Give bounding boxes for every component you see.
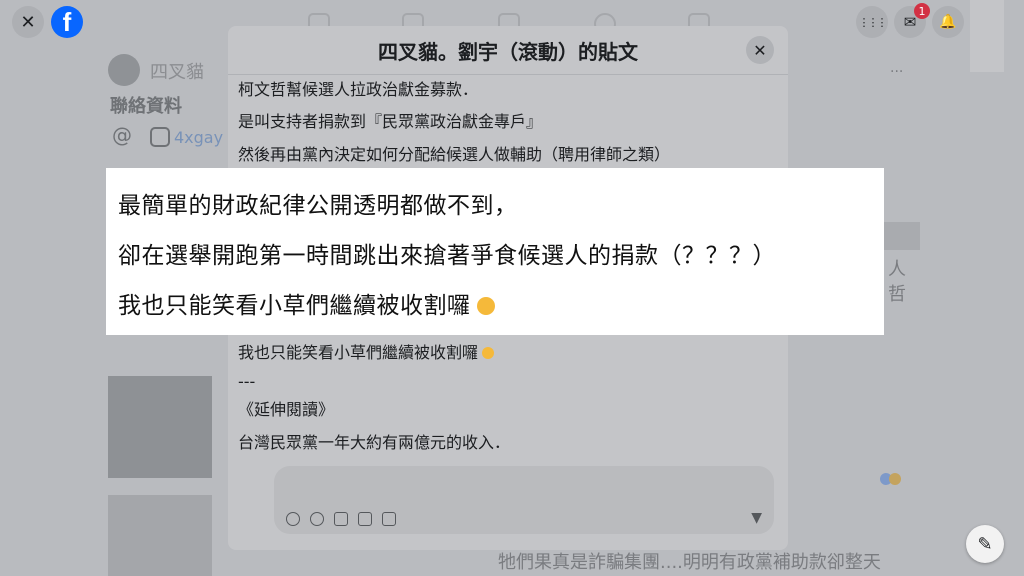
avatar[interactable] bbox=[108, 54, 140, 86]
grid-icon: ⋮⋮⋮ bbox=[858, 15, 888, 29]
contact-info-heading: 聯絡資料 bbox=[110, 96, 182, 117]
right-ghost-text-1: 人 bbox=[888, 259, 906, 280]
post-text-line: 然後再由黨內決定如何分配給候選人做輔助（聘用律師之類） bbox=[238, 145, 671, 164]
avatar-sticker-icon[interactable] bbox=[286, 512, 300, 526]
photo-thumbnail[interactable] bbox=[108, 495, 212, 576]
close-icon: ✕ bbox=[753, 40, 767, 60]
caption-overlay: 最簡單的財政紀律公開透明都做不到， 卻在選舉開跑第一時間跳出來搶著爭食候選人的捐… bbox=[106, 168, 884, 335]
compose-icon: ✎ bbox=[977, 533, 993, 555]
notifications-button[interactable]: 🔔 bbox=[932, 6, 964, 38]
dialog-header: 四叉貓。劉宇（滾動）的貼文 ✕ bbox=[228, 26, 788, 75]
post-text-line: 是叫支持者捐款到『民眾黨政治獻金專戶』 bbox=[238, 112, 543, 131]
photo-thumbnail[interactable] bbox=[108, 376, 212, 478]
smile-emoji-icon bbox=[476, 297, 495, 315]
at-icon: @ bbox=[112, 123, 132, 147]
new-message-button[interactable]: ✎ bbox=[966, 525, 1004, 563]
send-icon[interactable]: ▼ bbox=[751, 510, 762, 526]
instagram-icon bbox=[150, 127, 170, 147]
caption-text: 我也只能笑看小草們繼續被收割囉 bbox=[118, 293, 471, 319]
bell-icon: 🔔 bbox=[939, 14, 957, 30]
comment-input[interactable]: ▼ bbox=[274, 466, 774, 534]
menu-button[interactable]: ⋮⋮⋮ bbox=[856, 6, 888, 38]
post-text-line: --- bbox=[238, 372, 256, 391]
messenger-icon: ✉ bbox=[903, 13, 917, 31]
facebook-logo-icon[interactable]: f bbox=[51, 6, 83, 38]
post-text-line: 《延伸閱讀》 bbox=[238, 400, 335, 419]
sticker-icon[interactable] bbox=[382, 512, 396, 526]
post-text-line: 柯文哲幫候選人拉政治獻金募款． bbox=[238, 80, 479, 99]
caption-line-2: 卻在選舉開跑第一時間跳出來搶著爭食候選人的捐款（？？？） bbox=[118, 243, 776, 269]
dialog-title: 四叉貓。劉宇（滾動）的貼文 bbox=[378, 39, 638, 64]
camera-icon[interactable] bbox=[334, 512, 348, 526]
reaction-icons[interactable] bbox=[880, 470, 906, 485]
right-ghost-text-2: 哲 bbox=[888, 284, 906, 305]
close-icon: ✕ bbox=[20, 11, 36, 33]
profile-sidebar-ghost bbox=[970, 0, 1004, 72]
caption-line-1: 最簡單的財政紀律公開透明都做不到， bbox=[118, 193, 518, 219]
instagram-handle-link[interactable]: 4xgay bbox=[174, 128, 223, 147]
more-options-icon[interactable]: ... bbox=[890, 60, 903, 76]
logo-letter: f bbox=[62, 6, 72, 37]
caption-line-3: 我也只能笑看小草們繼續被收割囉 bbox=[118, 286, 495, 320]
close-viewer-button[interactable]: ✕ bbox=[12, 6, 44, 38]
post-text-line: 我也只能笑看小草們繼續被收割囉 bbox=[238, 339, 495, 363]
post-text-line: 台灣民眾黨一年大約有兩億元的收入． bbox=[238, 433, 511, 452]
gif-icon[interactable] bbox=[358, 512, 372, 526]
smile-emoji-icon bbox=[482, 347, 495, 359]
post-text: 我也只能笑看小草們繼續被收割囉 bbox=[238, 343, 479, 362]
emoji-icon[interactable] bbox=[310, 512, 324, 526]
notification-badge: 1 bbox=[914, 3, 930, 19]
dialog-close-button[interactable]: ✕ bbox=[746, 36, 774, 64]
comment-tools bbox=[286, 512, 396, 526]
feed-ghost-text: 牠們果真是詐騙集團....明明有政黨補助款卻整天 bbox=[498, 552, 881, 573]
profile-name[interactable]: 四叉貓 bbox=[150, 58, 204, 84]
